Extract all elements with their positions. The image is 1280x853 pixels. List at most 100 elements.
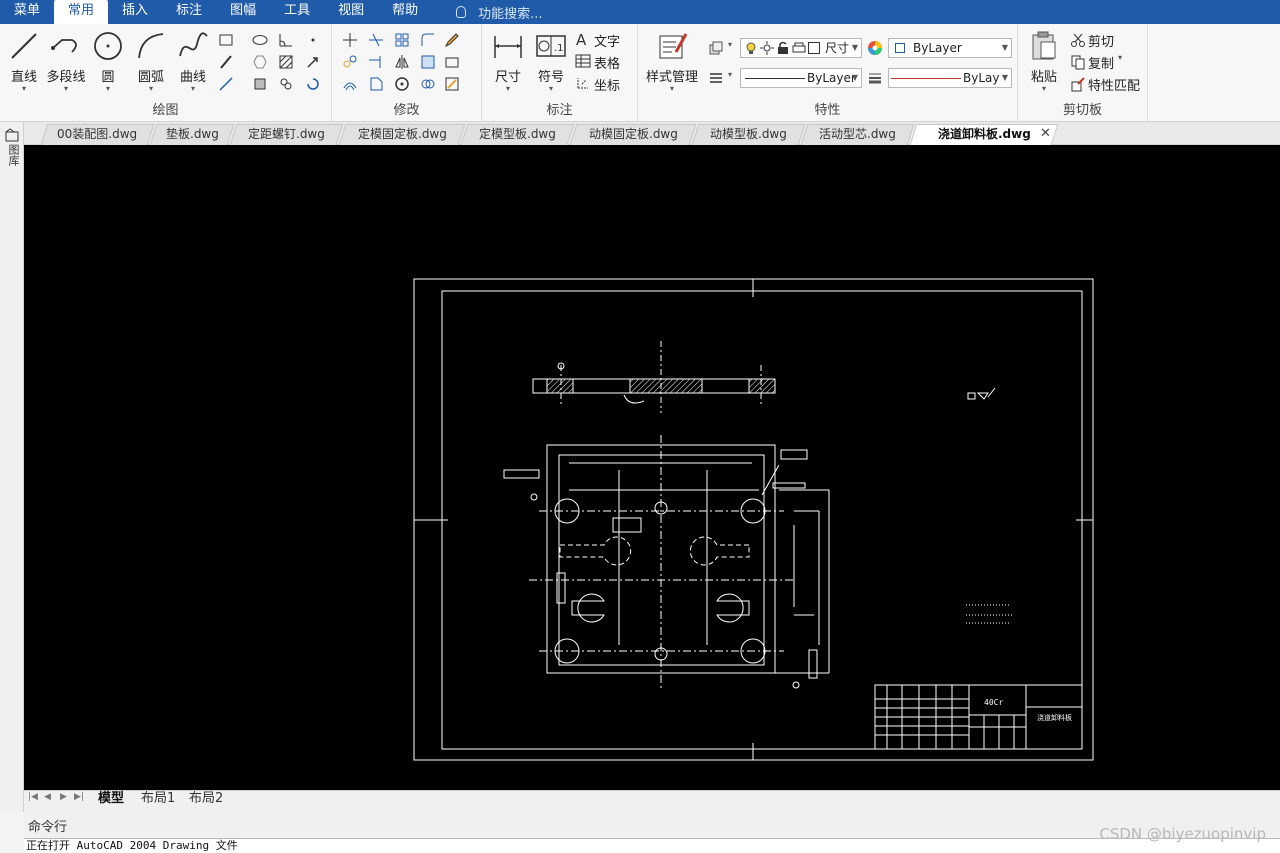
library-icon[interactable] — [4, 128, 20, 142]
lightbulb-icon — [456, 6, 467, 18]
match-properties-button[interactable]: 特性匹配 — [1088, 75, 1140, 94]
cut-button[interactable]: 剪切 — [1088, 31, 1114, 50]
xline-icon[interactable] — [218, 54, 234, 70]
wipeout-icon[interactable] — [305, 76, 321, 92]
text-icon[interactable]: A — [575, 31, 591, 47]
erase-icon[interactable] — [444, 54, 460, 70]
layout-tab-model[interactable]: 模型 — [98, 791, 124, 808]
linetype-sample — [745, 78, 805, 79]
mirror-icon[interactable] — [394, 54, 410, 70]
table-button[interactable]: 表格 — [594, 53, 620, 72]
trim-icon[interactable] — [368, 32, 384, 48]
copy-button[interactable]: 复制 — [1088, 53, 1114, 72]
pencil-icon[interactable] — [444, 32, 460, 48]
drawing-svg: 40Cr 浇道卸料板 — [413, 278, 1094, 761]
layout-tab-layout1[interactable]: 布局1 — [141, 791, 175, 808]
menu-item-tools[interactable]: 工具 — [270, 0, 324, 24]
tab-backing-plate[interactable]: 垫板.dwg — [149, 124, 235, 145]
prev-layout-icon[interactable]: ◀ — [44, 792, 51, 802]
polygon-icon[interactable] — [252, 54, 268, 70]
sheet-inner-border — [441, 290, 1083, 750]
tab-moving-clamp-plate[interactable]: 动模固定板.dwg — [569, 124, 697, 145]
extend-icon[interactable] — [368, 54, 384, 70]
tab-sprue-stripper-plate[interactable]: 浇道卸料板.dwg — [909, 124, 1059, 145]
list-lines-icon[interactable] — [708, 70, 724, 86]
tab-fixed-clamp-plate[interactable]: 定模固定板.dwg — [338, 124, 466, 145]
lineweight-combo[interactable]: ByLayer ▼ — [888, 68, 1012, 88]
text-button[interactable]: 文字 — [594, 31, 620, 50]
style-manager-button[interactable]: 样式管理 ▾ — [644, 30, 700, 93]
feature-search[interactable]: 功能搜索... — [456, 0, 543, 24]
line-button[interactable]: 直线 ▾ — [4, 30, 44, 93]
arrow-icon[interactable] — [305, 54, 321, 70]
curve-button[interactable]: 曲线 ▾ — [173, 30, 213, 93]
ribbon: 直线 ▾ 多段线 ▾ 圆 ▾ 圆弧 ▾ 曲线 ▾ 绘图 修改 尺寸 ▾ .1 符… — [0, 24, 1280, 122]
tab-stop-screw[interactable]: 定距螺钉.dwg — [229, 124, 344, 145]
ellipse-icon[interactable] — [252, 32, 268, 48]
rectangle-icon[interactable] — [218, 32, 234, 48]
tab-00-assembly[interactable]: 00装配图.dwg — [40, 124, 155, 145]
layer-state-caret[interactable]: ▾ — [728, 40, 732, 49]
next-layout-icon[interactable]: ▶ — [60, 792, 67, 802]
menu-item-view[interactable]: 视图 — [324, 0, 378, 24]
linetype-combo[interactable]: ByLayer ▼ — [740, 68, 862, 88]
scale-icon[interactable] — [420, 54, 436, 70]
menu-item-common[interactable]: 常用 — [54, 0, 109, 24]
drawing-canvas[interactable]: 40Cr 浇道卸料板 — [24, 145, 1280, 790]
dimension-icon — [494, 36, 522, 58]
layout-tab-layout2[interactable]: 布局2 — [189, 791, 223, 808]
explode-icon[interactable] — [444, 76, 460, 92]
hatch-icon[interactable] — [278, 54, 294, 70]
offset-icon[interactable] — [342, 76, 358, 92]
menu-item-sheet[interactable]: 图幅 — [216, 0, 270, 24]
menu-item-help[interactable]: 帮助 — [378, 0, 432, 24]
list-lines-caret[interactable]: ▾ — [728, 70, 732, 79]
polyline-button[interactable]: 多段线 ▾ — [46, 30, 86, 93]
move-icon[interactable] — [342, 32, 358, 48]
library-side-strip: 图库 — [0, 122, 24, 812]
layer-state-icon[interactable] — [708, 40, 724, 56]
circle-button[interactable]: 圆 ▾ — [88, 30, 128, 93]
copy-object-icon[interactable] — [342, 54, 358, 70]
tab-movable-core[interactable]: 活动型芯.dwg — [800, 124, 915, 145]
command-output[interactable]: 正在打开 AutoCAD 2004 Drawing 文件 — [24, 838, 1280, 853]
color-wheel-icon[interactable] — [867, 40, 883, 56]
angle-icon[interactable] — [278, 32, 294, 48]
menu-item-annotate[interactable]: 标注 — [162, 0, 216, 24]
tab-moving-cavity-plate[interactable]: 动模型板.dwg — [691, 124, 806, 145]
match-properties-icon[interactable] — [1070, 76, 1086, 92]
first-layout-icon[interactable]: |◀ — [28, 792, 38, 802]
library-label[interactable]: 图库 — [5, 144, 20, 166]
svg-text:A: A — [576, 31, 587, 47]
menu-item-insert[interactable]: 插入 — [108, 0, 162, 24]
break-icon[interactable] — [420, 76, 436, 92]
layer-combo[interactable]: 尺寸 ▼ — [740, 38, 862, 58]
lineweight-icon[interactable] — [867, 70, 883, 86]
coordinate-icon[interactable] — [575, 75, 591, 91]
cloud-icon[interactable] — [278, 76, 294, 92]
scissors-icon[interactable] — [1070, 32, 1086, 48]
arc-button[interactable]: 圆弧 ▾ — [131, 30, 171, 93]
last-layout-icon[interactable]: ▶| — [74, 792, 84, 802]
paste-button[interactable]: 粘贴 ▾ — [1024, 30, 1064, 93]
dimension-button[interactable]: 尺寸 ▾ — [488, 30, 528, 93]
coordinate-button[interactable]: 坐标 — [594, 75, 620, 94]
tab-fixed-cavity-plate[interactable]: 定模型板.dwg — [460, 124, 575, 145]
command-line-label: 命令行 — [28, 820, 68, 835]
point-icon[interactable] — [305, 32, 321, 48]
stretch-icon[interactable] — [368, 76, 384, 92]
menu-item-menu[interactable]: 菜单 — [0, 0, 54, 24]
symbol-button[interactable]: .1 符号 ▾ — [531, 30, 571, 93]
array-icon[interactable] — [394, 32, 410, 48]
table-icon[interactable] — [575, 53, 591, 69]
clipboard-group-label: 剪切板 — [1062, 103, 1102, 118]
color-combo[interactable]: ByLayer ▼ — [888, 38, 1012, 58]
construction-line-icon[interactable] — [218, 76, 234, 92]
modify-group-label: 修改 — [393, 103, 420, 118]
tab-close-icon[interactable]: ✕ — [1040, 126, 1051, 141]
fillet-icon[interactable] — [420, 32, 436, 48]
region-icon[interactable] — [252, 76, 268, 92]
copy-icon[interactable] — [1070, 54, 1086, 70]
rotate-icon[interactable] — [394, 76, 410, 92]
copy-caret[interactable]: ▾ — [1118, 53, 1122, 62]
